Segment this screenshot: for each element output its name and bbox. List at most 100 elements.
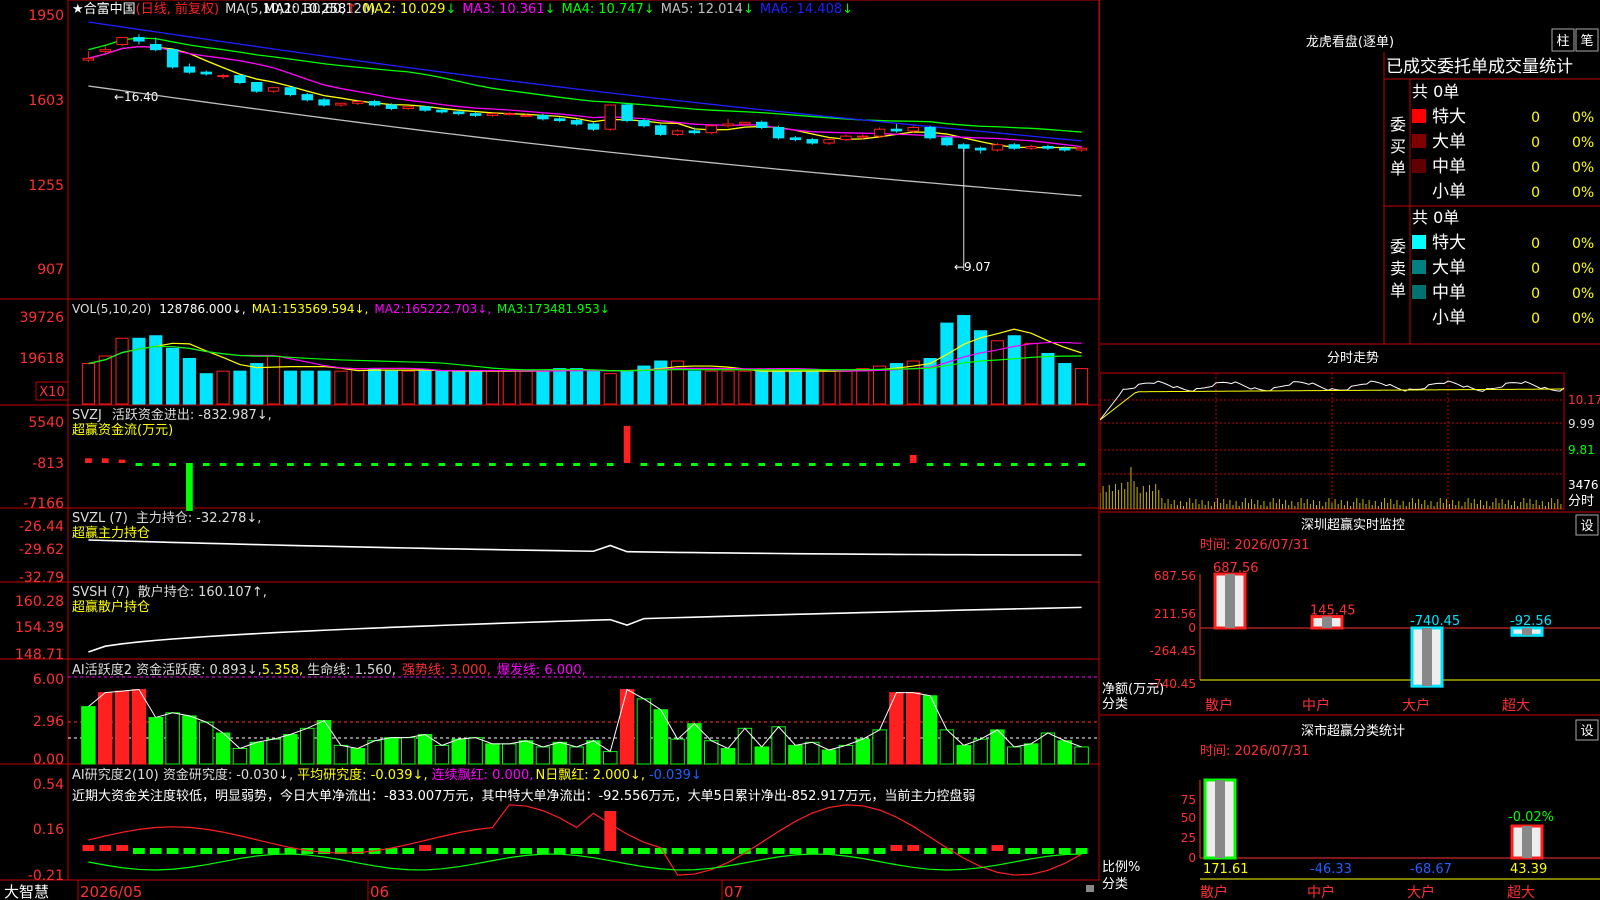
volume-bar [856,368,870,405]
ai-active-bar [1057,740,1072,765]
ai-active-bar [384,737,399,765]
svzj-bar [691,463,698,466]
candle-body [436,109,448,113]
volume-bar [469,370,483,405]
candle-body [284,87,297,96]
candle-body [183,66,196,73]
ai-research-bar [284,848,297,854]
sz-ytick: -264.45 [1150,644,1196,658]
svsh-ytick-0: 160.28 [15,594,64,610]
cls-ytick: 50 [1181,811,1196,825]
ai-active-bar [1074,746,1089,765]
svzj-bar [505,463,513,466]
ai-research-bar [840,848,852,854]
ai-research-bar [419,845,431,851]
sz-bar [1410,626,1444,688]
ai-research-bar [957,848,970,854]
vol-ytick-0: 39726 [19,310,64,326]
candle-body [1059,147,1071,151]
ma4-name: MA4: [562,2,595,17]
volume-bar [553,368,567,405]
candle-body [469,113,482,116]
sz-bar [1510,626,1544,637]
sell-row-label: 大单 [1432,258,1466,278]
ma4-value: 10.747 [598,2,644,17]
kline-ytick-2: 1255 [28,178,64,194]
svzj-bar [792,463,799,466]
candle-body [217,75,229,78]
svzj-bar [253,463,261,466]
chart-area[interactable]: ★合富中国(日线, 前复权) MA(5,10,20,30,60,120) MA1:… [0,0,1100,900]
ai-research-bar [890,845,903,851]
svg-text:设: 设 [1580,724,1593,739]
ai-research-bar [250,848,263,854]
ma-readout: MA1: 10.258↑ MA2: 10.029↓ MA3: 10.361↓ MA4: 10.… [264,2,853,17]
stock-name: 合富中国 [84,1,136,17]
y-axis-labels: 1950 1603 1255 907 39726 19618 5540 -813 -7166 -2… [15,8,64,884]
ai-research-header: AI研究度2(10) 资金研究度: -0.030↓, 平均研究度: -0.039↓,… [72,767,975,804]
candle-body [638,120,650,127]
candle-body [570,120,583,125]
cls-ytick: 25 [1181,831,1196,845]
volume-bar [805,370,819,405]
cls-category: 超大 [1507,885,1535,900]
ai-life: 生命线: 1.560, [307,662,396,678]
volume-bar [351,368,365,405]
volume-bar [822,370,836,405]
svg-text:AI活跃度2 资金活跃度:0.893↓,5.358,生命线:: AI活跃度2 资金活跃度: 0.893↓,5.358, 生命线: 1.560, 强势线… [72,662,586,678]
lhb-title: 龙虎看盘(逐单) [1306,34,1394,50]
ai-research-bar [133,848,145,854]
ai-active-bar [670,738,685,765]
volume-bar [721,370,735,405]
svzj-bar [337,463,345,466]
sz-ytick: 687.56 [1154,569,1196,583]
ai-active-bar [367,740,382,765]
volume-bar [738,370,752,405]
candle-body [789,137,802,141]
ai-research-bar [99,845,112,851]
sz-categories: 散户 中户 大户 超大 [1205,697,1530,714]
sell-row-pct: 0% [1572,261,1594,277]
buy-row-pct: 0% [1572,110,1594,126]
svzl-name: SVZL (7) [72,511,128,526]
svg-text:设: 设 [1580,519,1593,534]
ai-active-bar [232,747,248,765]
candle-body [150,43,162,51]
sell-row-pct: 0% [1572,236,1594,252]
sell-row-label: 特大 [1432,233,1466,253]
svzl-value: -32.278↓, [196,511,261,526]
candle-body [705,125,717,134]
sell-row-pct: 0% [1572,286,1594,302]
ai-active-bar [704,740,719,765]
ai-ytick-1: 2.96 [33,714,64,730]
sz-y-axis: 687.56211.560-264.45-740.45 [1150,569,1196,691]
candle-body [739,121,751,125]
ai-active-bar [973,738,988,765]
cls-bar-value: -68.67 [1410,862,1452,877]
svsh-value: 160.107↑, [198,585,267,600]
candle-body [1075,147,1088,151]
res-ytick-2: -0.21 [28,868,64,884]
ai-active-header: AI活跃度2 资金活跃度: 0.893↓,5.358, 生命线: 1.560, 强势线… [72,662,586,678]
svsh-line [88,606,1082,653]
candle-body [402,106,414,109]
x-label-may: 2026/05 [80,883,142,900]
svzj-bar [118,459,126,463]
svzl-ytick-0: -26.44 [19,519,64,535]
ai-active-bar [199,721,214,765]
cls-top-value: -0.02% [1508,810,1554,825]
svzj-bar [320,463,328,466]
svzj-bar [724,463,732,466]
ai-research-bar [570,848,583,854]
volume-bar [485,370,499,405]
sell-row-num: 0 [1531,236,1540,252]
candle-body [453,111,465,115]
volume-bar [435,370,449,405]
sz-bar [1213,572,1247,630]
vol-ma2: MA2: [374,302,404,316]
x-axis: 大智慧 2026/05 06 07 [4,880,1094,900]
svg-text:单: 单 [1390,159,1406,178]
volume-bar [368,368,382,405]
ai-active-bars [81,689,1089,765]
svzj-bar [236,463,244,466]
